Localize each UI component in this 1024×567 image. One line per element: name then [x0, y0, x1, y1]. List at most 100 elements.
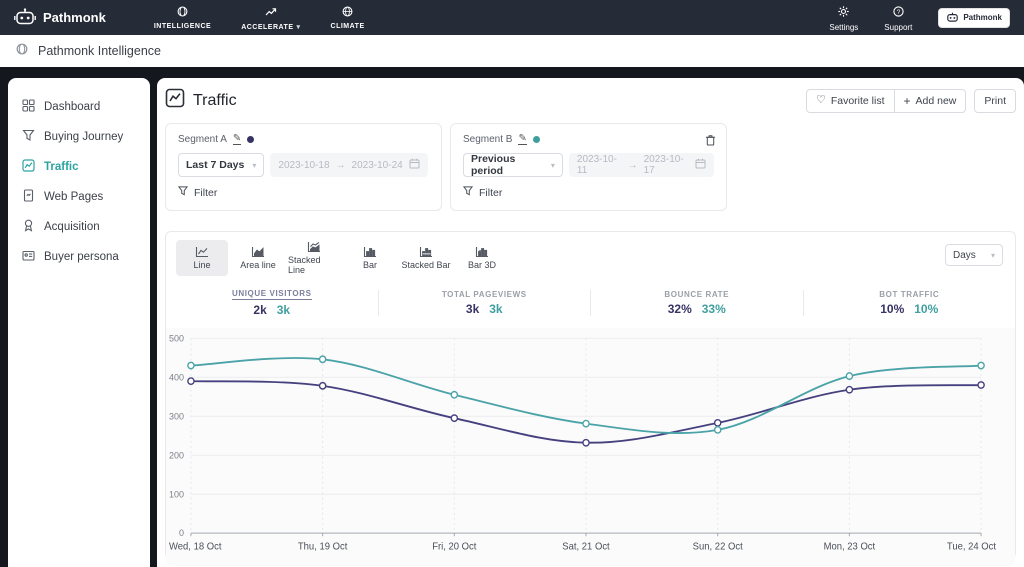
segment-b-date-start: 2023-10-11: [576, 154, 617, 176]
navbar-right: Settings ? Support Pathmonk: [829, 4, 1010, 32]
svg-text:Mon, 23 Oct: Mon, 23 Oct: [824, 541, 876, 552]
sidebar-item-traffic[interactable]: Traffic: [8, 152, 150, 182]
nav-accelerate[interactable]: ACCELERATE ▾: [241, 4, 300, 31]
metric-value-segment-b: 10%: [914, 302, 939, 316]
svg-text:Sat, 21 Oct: Sat, 21 Oct: [562, 541, 610, 552]
traffic-page-icon: [165, 88, 185, 113]
document-icon: [22, 189, 35, 205]
calendar-icon: [409, 158, 420, 172]
segment-b-date-end: 2023-10-17: [643, 154, 684, 176]
page-title: Traffic: [193, 91, 237, 109]
chevron-down-icon: ▾: [252, 160, 257, 170]
tab-area-line[interactable]: Area line: [232, 240, 284, 276]
sidebar-item-buyer-persona[interactable]: Buyer persona: [8, 242, 150, 272]
primary-nav: INTELLIGENCE ACCELERATE ▾ CLIMATE: [154, 4, 365, 31]
segment-a-range-value: Last 7 Days: [186, 159, 245, 171]
help-icon: ?: [893, 4, 904, 22]
metric-bounce-rate[interactable]: BOUNCE RATE 32% 33%: [591, 290, 803, 316]
svg-text:?: ?: [897, 8, 901, 15]
page-header: Traffic ♡ Favorite list + Add new Print: [165, 88, 1016, 113]
favorite-list-label: Favorite list: [830, 94, 885, 107]
sidebar-item-buying-journey[interactable]: Buying Journey: [8, 122, 150, 152]
segment-a-date-end: 2023-10-24: [351, 159, 403, 171]
favorite-list-button[interactable]: ♡ Favorite list: [805, 88, 895, 113]
edit-icon[interactable]: ✎: [518, 134, 527, 145]
award-icon: [22, 219, 35, 235]
chevron-down-icon: ▾: [296, 24, 301, 31]
segments-row: Segment A ✎ Last 7 Days ▾ 2023-10-18 → 2…: [165, 123, 1016, 211]
account-button[interactable]: Pathmonk: [938, 7, 1010, 28]
metric-value-segment-b: 3k: [276, 303, 291, 317]
trending-up-icon: [265, 4, 277, 22]
filter-label: Filter: [194, 186, 218, 199]
print-button[interactable]: Print: [974, 88, 1016, 113]
interval-select[interactable]: Days ▾: [945, 244, 1003, 266]
segment-b-range-select[interactable]: Previous period ▾: [463, 153, 563, 177]
segment-a-filter-button[interactable]: Filter: [177, 186, 218, 199]
pathmonk-logo[interactable]: Pathmonk: [14, 7, 106, 28]
filter-funnel-icon: [462, 186, 474, 199]
metric-bot-traffic[interactable]: BOT TRAFFIC 10% 10%: [804, 290, 1016, 316]
segment-a-name: Segment A: [178, 134, 227, 145]
account-label: Pathmonk: [963, 13, 1002, 22]
tab-stacked-bar[interactable]: Stacked Bar: [400, 240, 452, 276]
sidebar-item-label: Buyer persona: [44, 251, 119, 263]
gear-icon: [838, 4, 850, 22]
sidebar-item-web-pages[interactable]: Web Pages: [8, 182, 150, 212]
svg-text:300: 300: [169, 411, 184, 421]
top-navbar: Pathmonk INTELLIGENCE ACCELERATE ▾ CLIMA…: [0, 0, 1024, 35]
traffic-chart-icon: [22, 159, 35, 175]
metric-total-pageviews[interactable]: TOTAL PAGEVIEWS 3k 3k: [379, 290, 591, 316]
traffic-line-chart[interactable]: 0 100 200 300 400 500 Wed, 18 Oct Thu, 19 Oct Fr…: [166, 328, 1015, 566]
settings-button[interactable]: Settings: [829, 4, 858, 32]
metric-label: TOTAL PAGEVIEWS: [441, 290, 527, 299]
tab-bar-3d[interactable]: Bar 3D: [456, 240, 508, 276]
globe-icon: [342, 4, 353, 22]
metric-unique-visitors[interactable]: UNIQUE VISITORS 2k 3k: [166, 289, 378, 317]
edit-icon[interactable]: ✎: [232, 134, 242, 145]
nav-climate[interactable]: CLIMATE: [331, 4, 365, 31]
segment-a-range-select[interactable]: Last 7 Days ▾: [178, 153, 265, 177]
svg-text:Thu, 19 Oct: Thu, 19 Oct: [298, 541, 348, 552]
interval-value: Days: [953, 249, 976, 261]
svg-text:400: 400: [169, 372, 184, 382]
workspace: Dashboard Buying Journey Traffic Web Pag…: [0, 67, 1024, 567]
robot-icon-small: [946, 12, 959, 24]
support-label: Support: [884, 22, 913, 32]
print-label: Print: [984, 94, 1006, 107]
add-new-label: Add new: [915, 94, 957, 107]
subheader-bar: Pathmonk Intelligence: [0, 35, 1024, 67]
segment-b-date-range[interactable]: 2023-10-11 → 2023-10-17: [568, 153, 714, 177]
chart-type-tabs: Line Area line Stacked Line Bar Stacked …: [166, 232, 1015, 276]
support-button[interactable]: ? Support: [884, 4, 912, 32]
settings-label: Settings: [829, 22, 859, 32]
segment-a-date-range[interactable]: 2023-10-18 → 2023-10-24: [270, 153, 428, 177]
tab-line[interactable]: Line: [176, 240, 228, 276]
tab-label: Stacked Line: [288, 255, 321, 275]
metric-value-segment-b: 3k: [489, 302, 503, 316]
tab-bar[interactable]: Bar: [344, 240, 396, 276]
svg-text:500: 500: [169, 333, 184, 343]
svg-text:0: 0: [179, 528, 184, 538]
sidebar-item-dashboard[interactable]: Dashboard: [8, 92, 150, 122]
tab-label: Area line: [240, 260, 276, 270]
tab-stacked-line[interactable]: Stacked Line: [288, 240, 340, 276]
sidebar-item-label: Dashboard: [44, 101, 101, 113]
nav-intelligence[interactable]: INTELLIGENCE: [154, 4, 211, 31]
nav-intelligence-label: INTELLIGENCE: [153, 23, 212, 30]
sidebar-item-label: Buying Journey: [44, 131, 124, 143]
svg-text:Fri, 20 Oct: Fri, 20 Oct: [432, 541, 477, 552]
sidebar: Dashboard Buying Journey Traffic Web Pag…: [8, 78, 150, 567]
segment-b-card: Segment B ✎ Previous period ▾ 2023-10-11…: [450, 123, 727, 211]
nav-climate-label: CLIMATE: [330, 23, 365, 30]
robot-icon: [14, 7, 36, 28]
segment-b-filter-button[interactable]: Filter: [462, 186, 502, 199]
trash-icon[interactable]: [705, 133, 716, 151]
sidebar-item-label: Acquisition: [44, 221, 100, 233]
sidebar-item-acquisition[interactable]: Acquisition: [8, 212, 150, 242]
add-new-button[interactable]: + Add new: [893, 88, 967, 113]
metric-value-segment-a: 3k: [465, 302, 480, 316]
main-panel: Traffic ♡ Favorite list + Add new Print: [157, 78, 1024, 567]
tab-label: Line: [193, 260, 211, 270]
metric-value-segment-a: 2k: [253, 303, 267, 317]
